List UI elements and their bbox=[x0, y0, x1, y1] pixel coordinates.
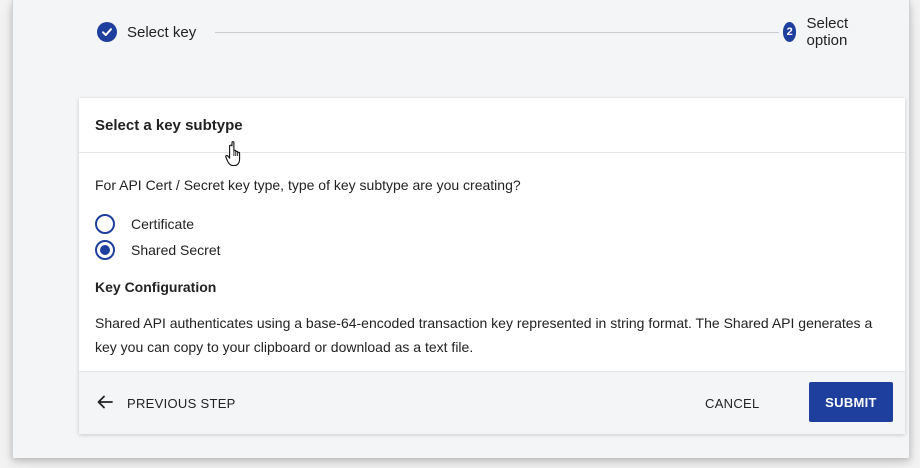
step-select-option: 2 Select option bbox=[783, 15, 865, 49]
radio-option-certificate[interactable]: Certificate bbox=[95, 213, 889, 235]
stepper-connector bbox=[215, 32, 779, 33]
previous-step-label[interactable]: PREVIOUS STEP bbox=[127, 396, 236, 411]
radio-label[interactable]: Shared Secret bbox=[131, 242, 221, 258]
key-configuration-heading: Key Configuration bbox=[95, 279, 217, 295]
key-subtype-card: Select a key subtype For API Cert / Secr… bbox=[79, 98, 905, 434]
radio-option-shared-secret[interactable]: Shared Secret bbox=[95, 239, 889, 261]
step-label: Select key bbox=[127, 23, 197, 41]
hand-pointer-cursor-icon bbox=[224, 140, 248, 173]
card-footer: PREVIOUS STEP CANCEL SUBMIT bbox=[79, 371, 905, 434]
check-icon-glyph bbox=[102, 28, 112, 36]
previous-step-button[interactable]: PREVIOUS STEP bbox=[97, 390, 236, 416]
hand-pointer-cursor-glyph bbox=[225, 141, 241, 167]
radio-label[interactable]: Certificate bbox=[131, 216, 194, 232]
dialog-frame: Select key 2 Select option Select a key … bbox=[12, 0, 910, 458]
arrow-left-icon bbox=[97, 395, 113, 412]
step-label: Select option bbox=[806, 15, 849, 49]
step-select-key: Select key bbox=[97, 20, 196, 44]
card-title: Select a key subtype bbox=[79, 98, 905, 153]
radio-button[interactable] bbox=[95, 240, 115, 260]
step-number: 2 bbox=[783, 22, 797, 42]
arrow-left-icon-glyph bbox=[97, 395, 113, 408]
cancel-button[interactable]: CANCEL bbox=[705, 390, 760, 416]
key-configuration-description: Shared API authenticates using a base-64… bbox=[95, 315, 873, 355]
check-icon bbox=[97, 22, 117, 42]
submit-button[interactable]: SUBMIT bbox=[809, 382, 893, 422]
stepper: Select key 2 Select option bbox=[85, 15, 865, 49]
subtype-question: For API Cert / Secret key type, type of … bbox=[95, 177, 521, 193]
card-body: For API Cert / Secret key type, type of … bbox=[79, 153, 905, 359]
subtype-radio-group: Certificate Shared Secret bbox=[95, 213, 889, 261]
radio-button[interactable] bbox=[95, 214, 115, 234]
